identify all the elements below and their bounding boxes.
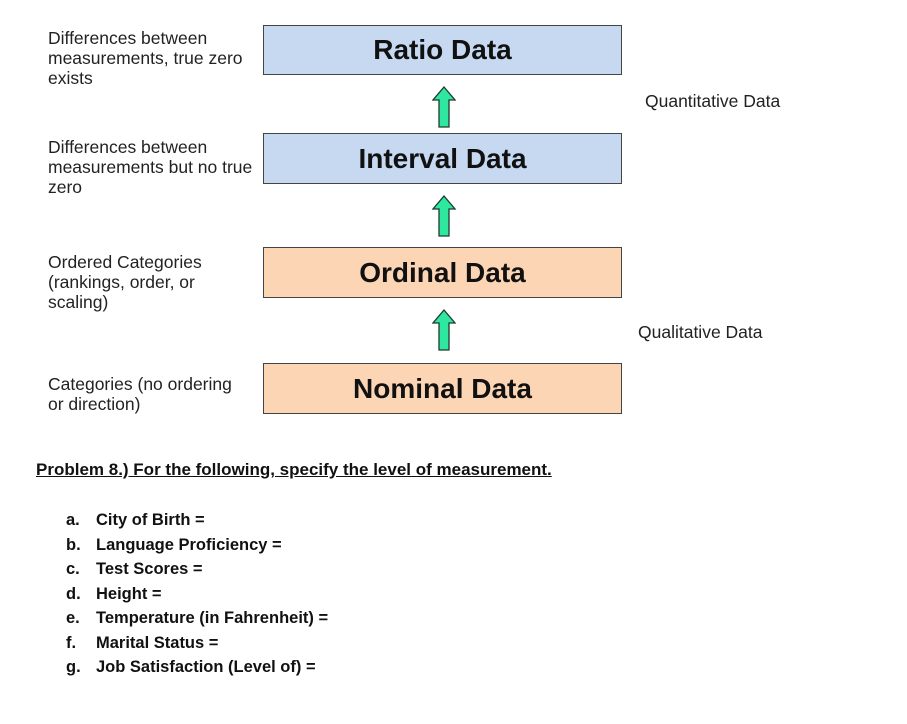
arrow-up-icon xyxy=(432,195,456,237)
quantitative-label: Quantitative Data xyxy=(645,91,781,111)
list-item: c. Test Scores = xyxy=(66,560,203,578)
nominal-description: Categories (no ordering or direction) xyxy=(48,374,232,414)
nominal-data-box: Nominal Data xyxy=(263,363,622,414)
ratio-description: Differences between measurements, true z… xyxy=(48,28,243,88)
ratio-data-box: Ratio Data xyxy=(263,25,622,75)
qualitative-label: Qualitative Data xyxy=(638,322,763,342)
list-item: b. Language Proficiency = xyxy=(66,535,282,554)
interval-description: Differences between measurements but no … xyxy=(48,137,253,197)
arrow-up-icon xyxy=(432,86,456,128)
ordinal-description: Ordered Categories (rankings, order, or … xyxy=(48,252,202,312)
arrow-up-icon xyxy=(432,309,456,351)
problem-list: a. City of Birth = b. Language Proficiency… xyxy=(66,508,328,680)
problem-heading: Problem 8.) For the following, specify t… xyxy=(36,460,552,479)
list-item: f. Marital Status = xyxy=(66,633,219,652)
interval-data-box: Interval Data xyxy=(263,133,622,184)
list-item: d. Height = xyxy=(66,584,162,603)
ordinal-data-box: Ordinal Data xyxy=(263,247,622,298)
list-item: g. Job Satisfaction (Level of) = xyxy=(66,658,316,676)
list-item: e. Temperature (in Fahrenheit) = xyxy=(66,609,329,627)
list-item: a. City of Birth = xyxy=(66,511,205,529)
